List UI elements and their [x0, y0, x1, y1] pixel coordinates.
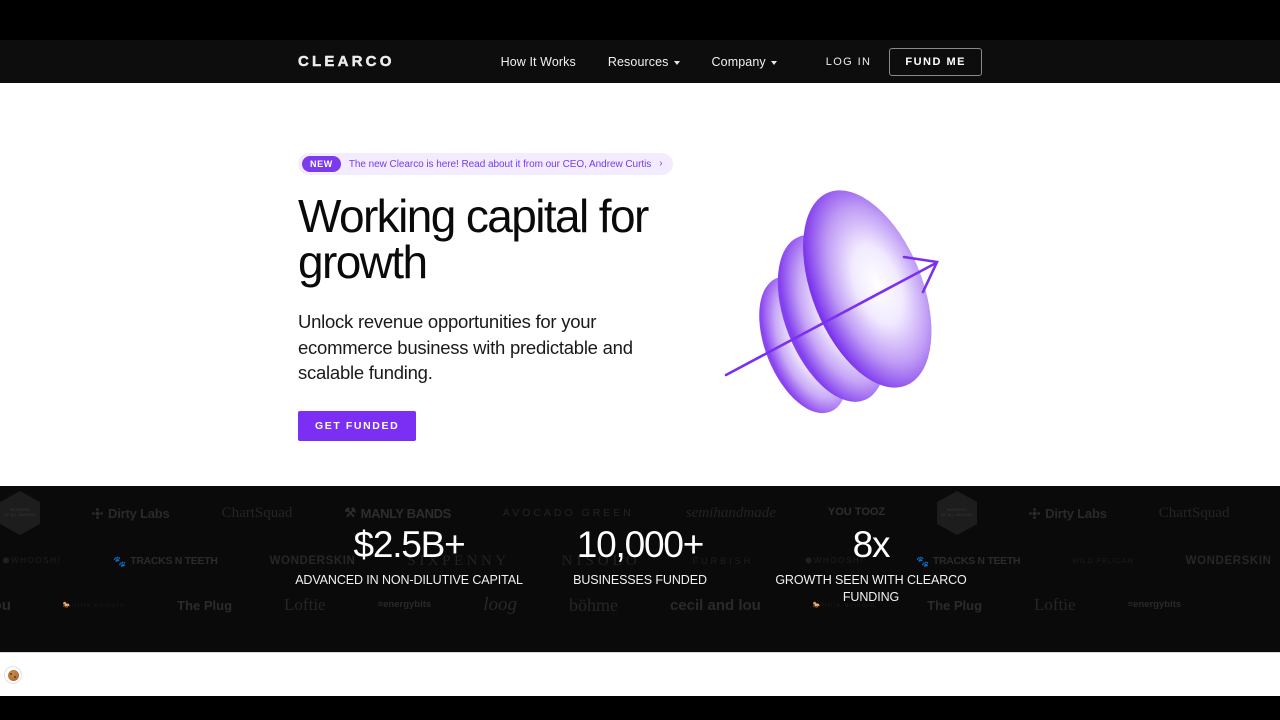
- primary-nav: How It Works Resources Company: [501, 55, 777, 69]
- stat-label: ADVANCED IN NON-DILUTIVE CAPITAL: [295, 572, 523, 587]
- hero-illustration: [718, 175, 978, 425]
- page-root: CLEARCO How It Works Resources Company L…: [0, 0, 1280, 720]
- logo-label: MANLY BANDS: [360, 505, 452, 521]
- growth-ellipses-graphic: [724, 190, 939, 414]
- cookie-consent-bar: [0, 652, 1280, 696]
- stat-label: BUSINESSES FUNDED: [573, 572, 707, 587]
- new-badge: NEW: [302, 156, 341, 172]
- get-funded-button[interactable]: GET FUNDED: [298, 411, 417, 442]
- stat-item: 8x GROWTH SEEN WITH CLEARCO FUNDING: [756, 524, 987, 606]
- stats-row: $2.5B+ ADVANCED IN NON-DILUTIVE CAPITAL …: [0, 524, 1280, 606]
- stat-item: $2.5B+ ADVANCED IN NON-DILUTIVE CAPITAL: [294, 524, 525, 606]
- hero-section: NEW The new Clearco is here! Read about …: [0, 83, 1280, 486]
- nav-item-resources[interactable]: Resources: [608, 55, 680, 69]
- chevron-down-icon: [770, 60, 777, 65]
- flower-icon: [1029, 507, 1041, 519]
- nav-item-company[interactable]: Company: [712, 55, 777, 69]
- hero-subheading: Unlock revenue opportunities for your ec…: [298, 311, 633, 384]
- header-actions: LOG IN FUND ME: [826, 47, 982, 76]
- log-in-link[interactable]: LOG IN: [826, 56, 872, 68]
- stats-and-logos-band: BUILDERS OF ALL NATIONS Dirty Labs ChartS…: [0, 486, 1280, 652]
- chevron-right-icon: ›: [659, 158, 663, 169]
- announcement-banner[interactable]: NEW The new Clearco is here! Read about …: [298, 153, 673, 175]
- flower-icon: [92, 507, 103, 519]
- cookie-settings-button[interactable]: [4, 666, 22, 684]
- site-header: CLEARCO How It Works Resources Company L…: [0, 40, 1280, 83]
- bottom-black-strip: [0, 696, 1280, 720]
- nav-item-label: Company: [711, 54, 766, 69]
- stat-value: 10,000+: [576, 524, 705, 565]
- clearco-logo[interactable]: CLEARCO: [298, 53, 395, 70]
- stat-value: $2.5B+: [353, 524, 465, 565]
- stat-value: 8x: [852, 524, 891, 565]
- stat-item: 10,000+ BUSINESSES FUNDED: [525, 524, 756, 606]
- page-title: Working capital for growth: [298, 190, 649, 288]
- nav-item-how-it-works[interactable]: How It Works: [501, 55, 576, 69]
- nav-item-label: How It Works: [500, 54, 576, 69]
- logo-label: Dirty Labs: [108, 505, 170, 521]
- top-black-strip: [0, 0, 1280, 40]
- cookie-icon: [7, 669, 19, 681]
- fund-me-button[interactable]: FUND ME: [889, 47, 982, 76]
- stat-label: GROWTH SEEN WITH CLEARCO FUNDING: [775, 572, 967, 605]
- logo-label: Dirty Labs: [1045, 505, 1107, 521]
- announcement-text: The new Clearco is here! Read about it f…: [348, 158, 652, 170]
- hero-copy: NEW The new Clearco is here! Read about …: [298, 153, 673, 442]
- chevron-down-icon: [673, 60, 680, 65]
- nav-item-label: Resources: [607, 54, 669, 69]
- crossed-hammers-icon: ⚒: [344, 505, 356, 520]
